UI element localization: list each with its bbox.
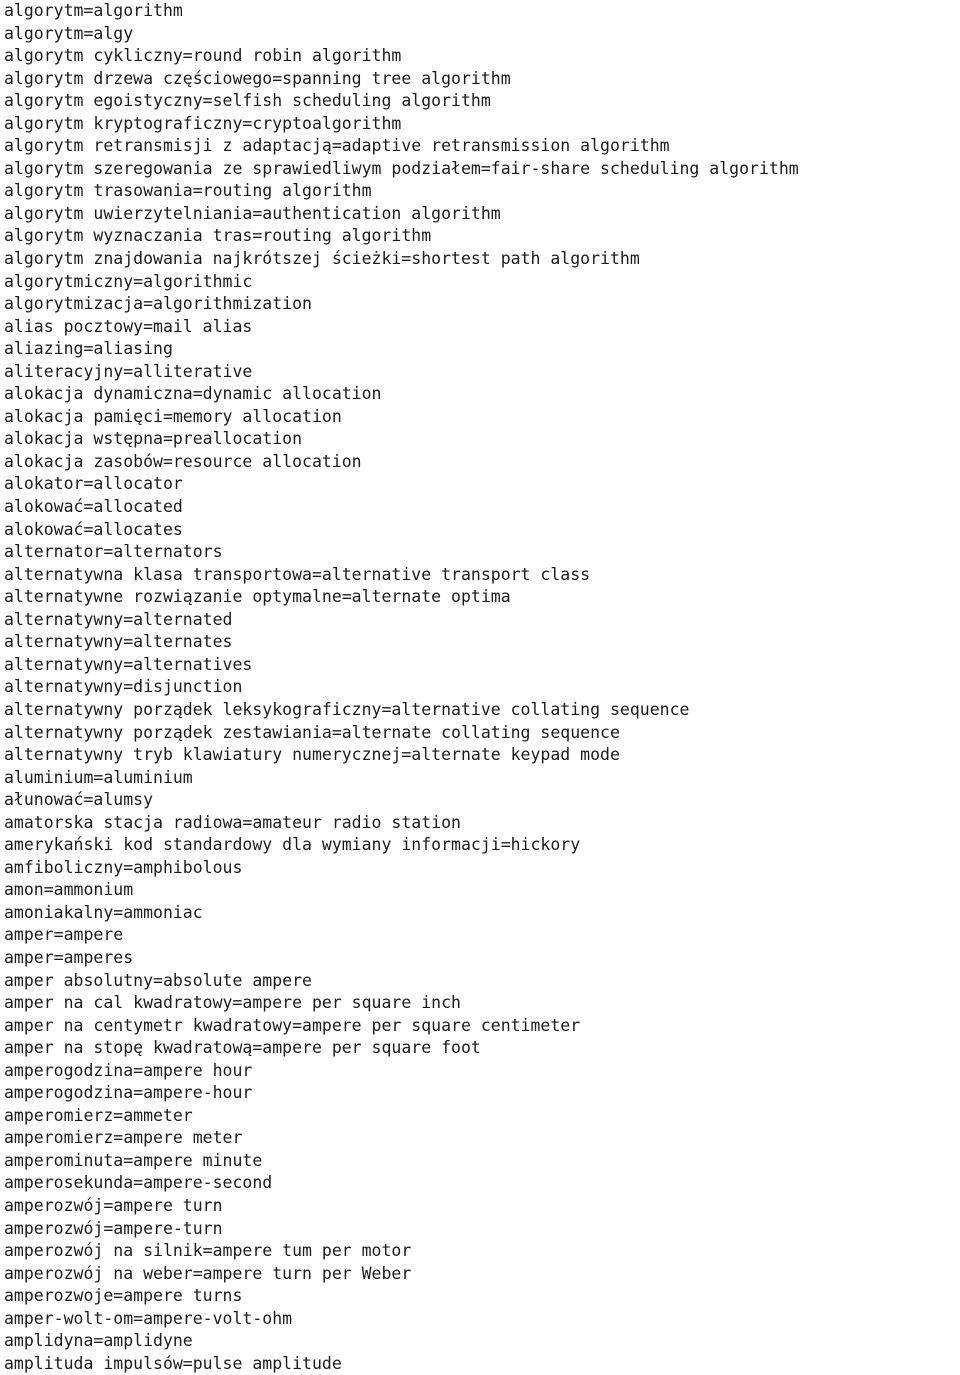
glossary-entry: amperominuta=ampere minute — [4, 1150, 263, 1170]
glossary-entry: algorytm=algorithm — [4, 1, 183, 20]
glossary-entry: amper na centymetr kwadratowy=ampere per… — [4, 1015, 581, 1035]
glossary-entry: amperogodzina=ampere hour — [4, 1060, 253, 1080]
glossary-entry: alokacja dynamiczna=dynamic allocation — [4, 384, 382, 404]
glossary-entry: amperozwój=ampere-turn — [4, 1218, 223, 1238]
glossary-entry: algorytm egoistyczny=selfish scheduling … — [4, 91, 491, 111]
glossary-entry: alokacja wstępna=preallocation — [4, 429, 303, 449]
glossary-entry: amper=amperes — [4, 947, 134, 967]
glossary-entry: amon=ammonium — [4, 880, 134, 900]
glossary-entry: algorytm trasowania=routing algorithm — [4, 181, 372, 201]
glossary-entry: alternator=alternators — [4, 542, 223, 562]
glossary-entry: amerykański kod standardowy dla wymiany … — [4, 835, 581, 855]
glossary-entry: amfiboliczny=amphibolous — [4, 857, 243, 877]
glossary-entry: alokacja zasobów=resource allocation — [4, 451, 362, 471]
glossary-entry: alokować=allocated — [4, 497, 183, 517]
glossary-entry: alternatywny=disjunction — [4, 677, 243, 697]
glossary-entry: amperozwój na silnik=ampere tum per moto… — [4, 1241, 412, 1261]
glossary-entry: algorytm szeregowania ze sprawiedliwym p… — [4, 158, 799, 178]
glossary-entry: amplidyna=amplidyne — [4, 1331, 193, 1351]
glossary-entry: aliteracyjny=alliterative — [4, 361, 253, 381]
glossary-entry: alokować=allocates — [4, 519, 183, 539]
glossary-entry-list: algorytm=algorithm algorytm=algy algorytm … — [0, 0, 960, 1375]
glossary-entry: amperozwój=ampere turn — [4, 1195, 223, 1215]
glossary-entry: amatorska stacja radiowa=amateur radio s… — [4, 812, 461, 832]
glossary-entry: amoniakalny=ammoniac — [4, 902, 203, 922]
glossary-entry: algorytm kryptograficzny=cryptoalgorithm — [4, 113, 402, 133]
glossary-entry: algorytm znajdowania najkrótszej ścieżki… — [4, 249, 640, 269]
glossary-entry: amperomierz=ampere meter — [4, 1128, 243, 1148]
glossary-entry: alternatywny tryb klawiatury numerycznej… — [4, 745, 620, 765]
glossary-entry: amperomierz=ammeter — [4, 1105, 193, 1125]
glossary-entry: amperozwoje=ampere turns — [4, 1286, 243, 1306]
glossary-entry: algorytm uwierzytelniania=authentication… — [4, 203, 501, 223]
glossary-entry: algorytm retransmisji z adaptacją=adapti… — [4, 136, 670, 156]
glossary-entry: alternatywny=alternatives — [4, 654, 253, 674]
glossary-entry: algorytm cykliczny=round robin algorithm — [4, 46, 402, 66]
glossary-entry: aliazing=aliasing — [4, 339, 173, 359]
glossary-entry: amplituda impulsów=pulse amplitude — [4, 1353, 342, 1373]
glossary-entry: alokacja pamięci=memory allocation — [4, 406, 342, 426]
glossary-entry: algorytmizacja=algorithmization — [4, 294, 312, 314]
glossary-entry: alternatywny porządek zestawiania=altern… — [4, 722, 620, 742]
glossary-entry: amper=ampere — [4, 925, 124, 945]
glossary-entry: amper na stopę kwadratową=ampere per squ… — [4, 1038, 481, 1058]
glossary-entry: alias pocztowy=mail alias — [4, 316, 253, 336]
glossary-entry: algorytm drzewa częściowego=spanning tre… — [4, 68, 511, 88]
glossary-entry: alternatywna klasa transportowa=alternat… — [4, 564, 591, 584]
glossary-entry: ałunować=alumsy — [4, 790, 154, 810]
glossary-entry: amper absolutny=absolute ampere — [4, 970, 312, 990]
glossary-entry: aluminium=aluminium — [4, 767, 193, 787]
glossary-entry: algorytm wyznaczania tras=routing algori… — [4, 226, 432, 246]
glossary-entry: algorytmiczny=algorithmic — [4, 271, 253, 291]
glossary-entry: alokator=allocator — [4, 474, 183, 494]
glossary-entry: amperogodzina=ampere-hour — [4, 1083, 253, 1103]
glossary-entry: alternatywny=alternated — [4, 609, 233, 629]
glossary-entry: algorytm=algy — [4, 23, 134, 43]
glossary-entry: amper na cal kwadratowy=ampere per squar… — [4, 993, 461, 1013]
glossary-entry: alternatywny porządek leksykograficzny=a… — [4, 699, 690, 719]
glossary-entry: amper-wolt-om=ampere-volt-ohm — [4, 1308, 293, 1328]
glossary-entry: alternatywne rozwiązanie optymalne=alter… — [4, 587, 511, 607]
glossary-entry: amperozwój na weber=ampere turn per Webe… — [4, 1263, 412, 1283]
glossary-entry: alternatywny=alternates — [4, 632, 233, 652]
glossary-entry: amperosekunda=ampere-second — [4, 1173, 273, 1193]
